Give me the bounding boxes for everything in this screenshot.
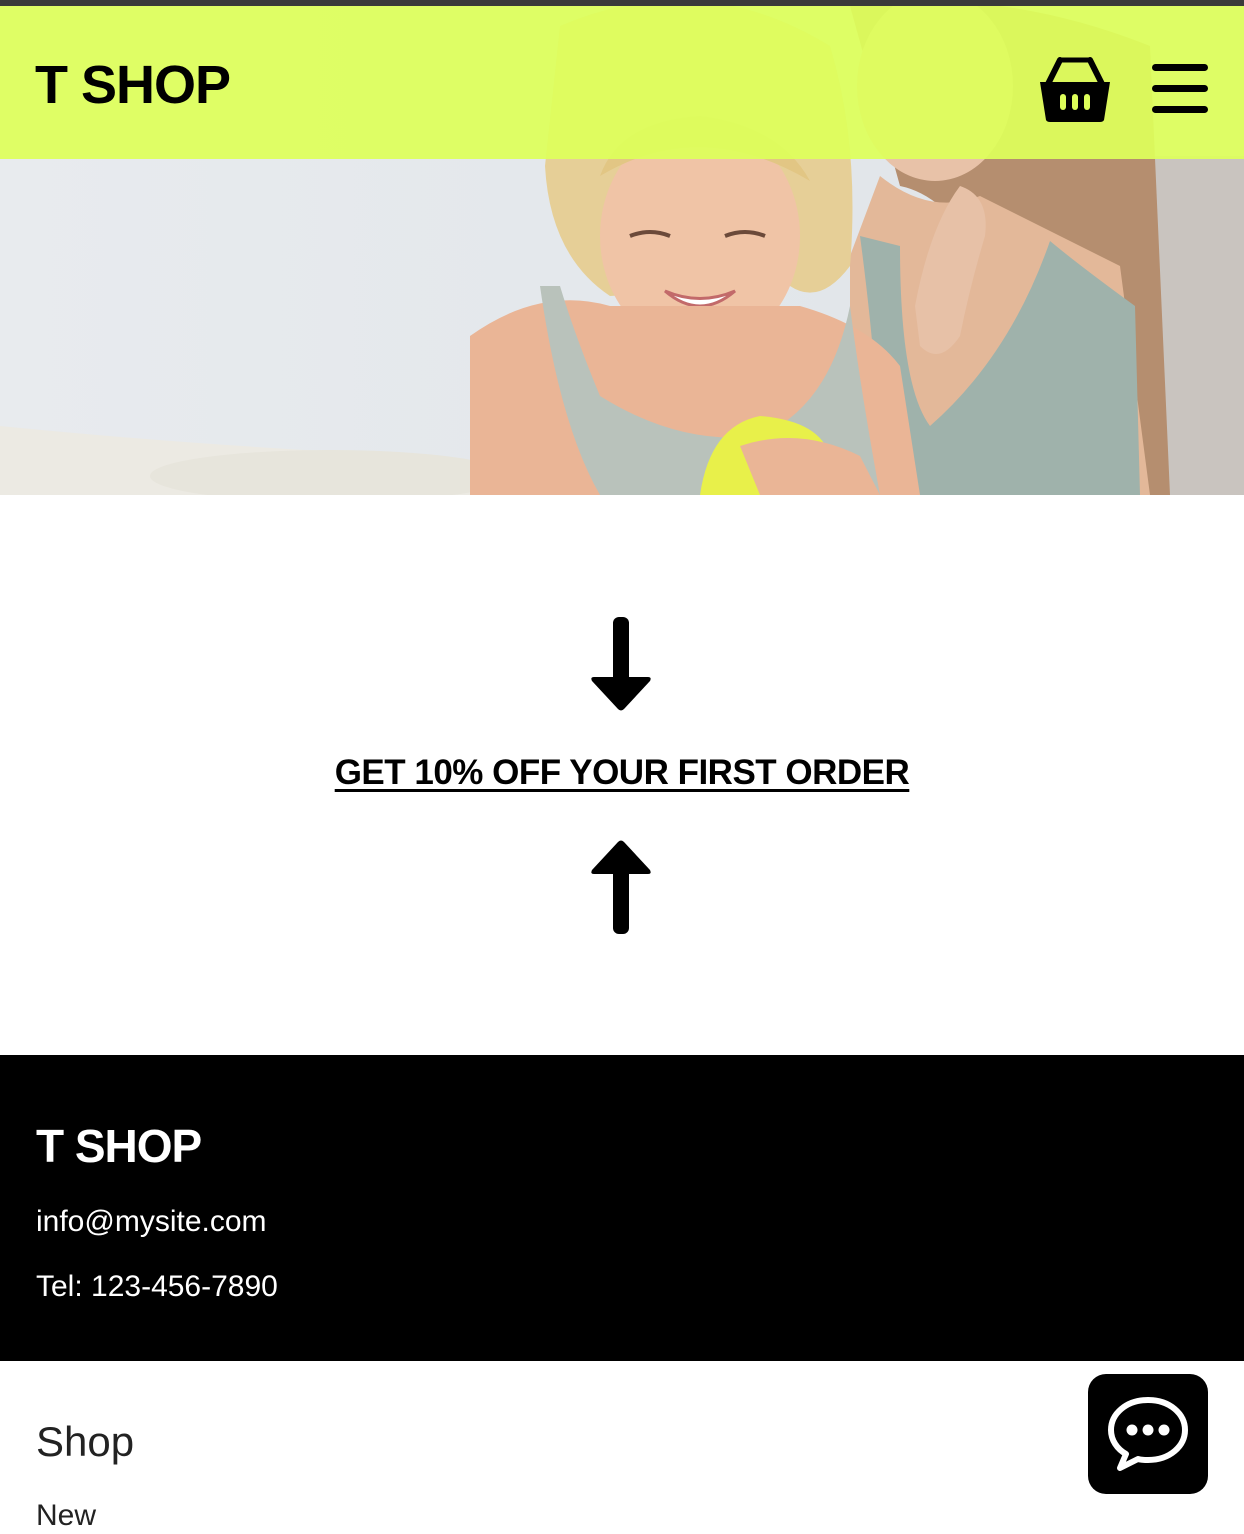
basket-icon[interactable] [1038, 54, 1112, 124]
site-logo[interactable]: T SHOP [35, 58, 231, 112]
arrow-down-icon [591, 617, 651, 711]
site-footer: T SHOP info@mysite.com Tel: 123-456-7890 [0, 1055, 1244, 1361]
arrow-up-icon [591, 840, 651, 934]
footer-logo: T SHOP [36, 1120, 202, 1172]
site-header: T SHOP [0, 6, 1244, 159]
chat-bubble-icon [1108, 1397, 1188, 1471]
footer-email-link[interactable]: info@mysite.com [36, 1207, 267, 1237]
first-order-discount-link[interactable]: GET 10% OFF YOUR FIRST ORDER [0, 753, 1244, 793]
footer-nav: Shop New [0, 1361, 1244, 1534]
hamburger-menu-icon[interactable] [1150, 62, 1210, 116]
footer-phone: Tel: 123-456-7890 [36, 1270, 278, 1303]
new-link[interactable]: New [36, 1501, 96, 1531]
shop-heading: Shop [36, 1418, 135, 1465]
promo-section: GET 10% OFF YOUR FIRST ORDER [0, 495, 1244, 1055]
chat-button[interactable] [1088, 1374, 1208, 1494]
